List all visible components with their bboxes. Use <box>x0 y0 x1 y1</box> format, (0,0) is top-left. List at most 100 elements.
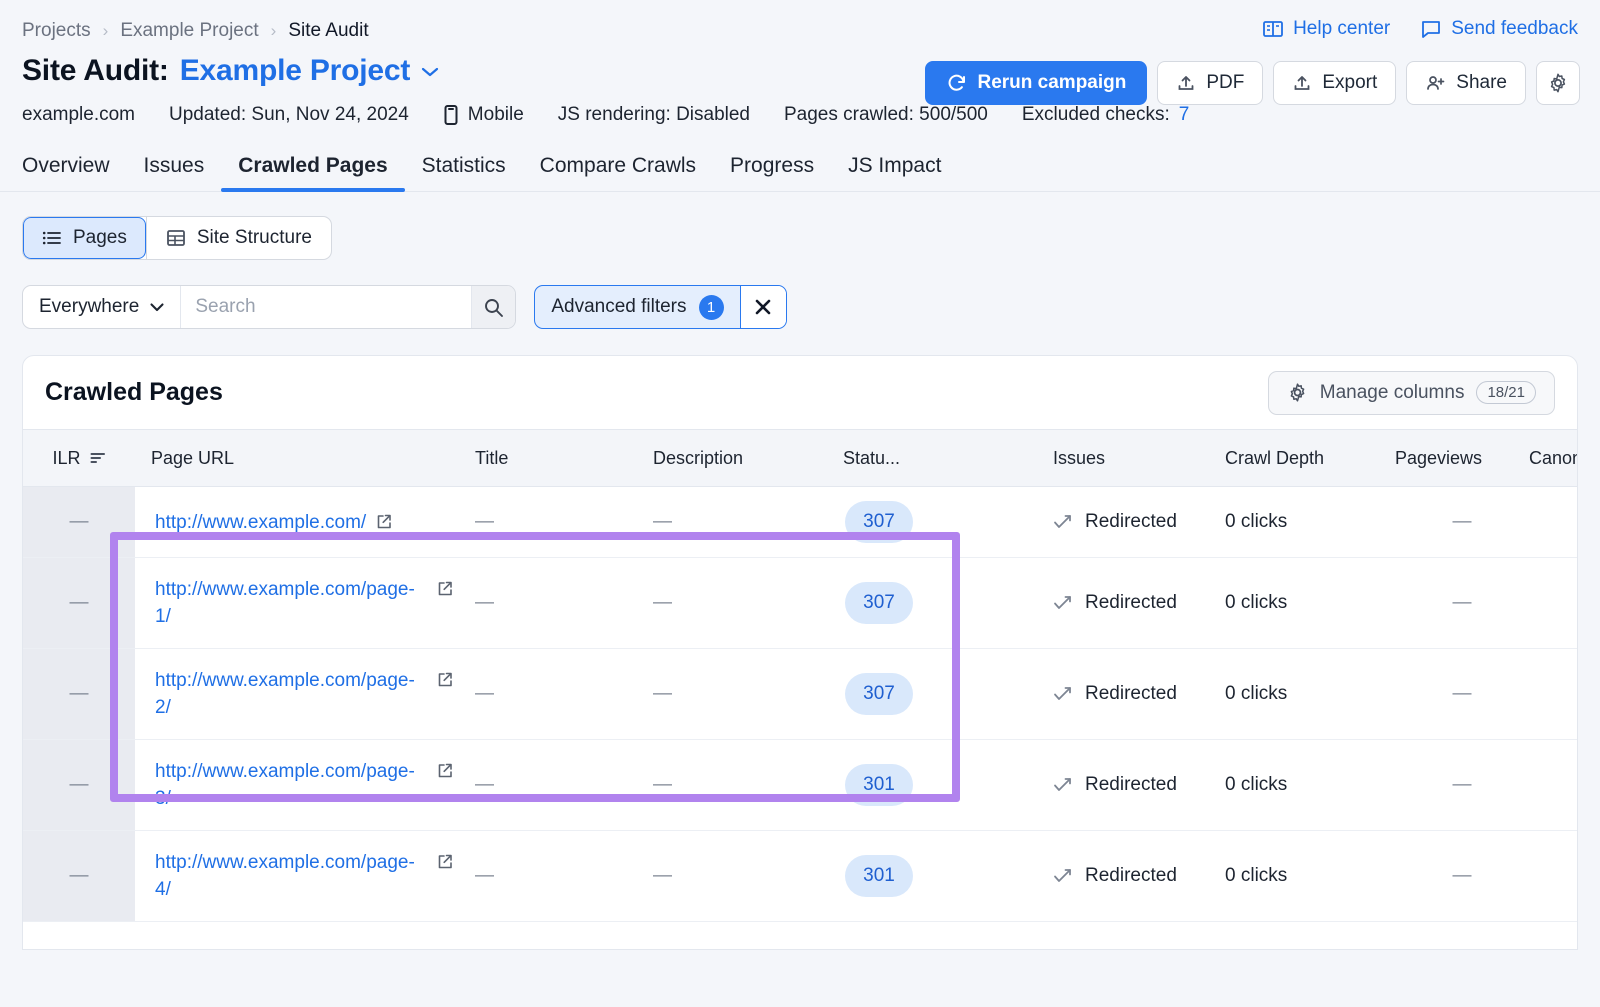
cell-title: — <box>475 649 653 740</box>
advanced-filters-control: Advanced filters 1 <box>534 285 786 329</box>
meta-excluded-checks: Excluded checks: 7 <box>1022 104 1189 126</box>
cell-page-url: http://www.example.com/page-2/ <box>135 649 475 740</box>
table-header-row: ILR Page URL <box>23 430 1578 487</box>
external-link-icon[interactable] <box>375 513 393 531</box>
external-link-icon[interactable] <box>436 580 454 598</box>
tab-statistics[interactable]: Statistics <box>405 154 523 191</box>
view-toggle-pages[interactable]: Pages <box>23 217 146 259</box>
settings-button[interactable] <box>1536 61 1580 105</box>
breadcrumb-item-projects[interactable]: Projects <box>22 20 91 42</box>
cell-ilr: — <box>23 831 135 922</box>
search-group: Everywhere <box>22 285 516 329</box>
cell-issues: Redirected <box>1053 558 1225 649</box>
gear-icon <box>1287 382 1308 403</box>
column-header-status-label: Statu... <box>843 448 900 469</box>
tab-compare-crawls[interactable]: Compare Crawls <box>523 154 713 191</box>
issues-label: Redirected <box>1085 511 1177 533</box>
tab-progress[interactable]: Progress <box>713 154 831 191</box>
cell-status: 307 <box>843 487 1053 558</box>
cell-status: 307 <box>843 649 1053 740</box>
manage-columns-button[interactable]: Manage columns 18/21 <box>1268 371 1555 415</box>
table-row[interactable]: — http://www.example.com/page-1/ <box>23 558 1578 649</box>
column-header-canonical[interactable]: Canonica <box>1529 430 1578 487</box>
pdf-button[interactable]: PDF <box>1157 61 1263 105</box>
cell-crawl-depth: 0 clicks <box>1225 831 1395 922</box>
status-badge: 307 <box>845 673 913 715</box>
tab-issues[interactable]: Issues <box>127 154 222 191</box>
column-header-pageviews[interactable]: Pageviews <box>1395 430 1529 487</box>
share-button[interactable]: Share <box>1406 61 1526 105</box>
card-header: Crawled Pages Manage columns 18/21 <box>23 356 1577 429</box>
column-header-issues[interactable]: Issues <box>1053 430 1225 487</box>
table-row[interactable]: — http://www.example.com/page-4/ <box>23 831 1578 922</box>
site-audit-page: Projects › Example Project › Site Audit … <box>0 0 1600 1007</box>
status-badge: 307 <box>845 582 913 624</box>
advanced-filters-button[interactable]: Advanced filters 1 <box>535 286 739 328</box>
cell-canonical: — <box>1529 649 1578 740</box>
list-icon <box>42 229 62 247</box>
filter-bar: Everywhere Advanced filters <box>0 260 1600 329</box>
page-url-link[interactable]: http://www.example.com/page-2/ <box>155 667 427 721</box>
breadcrumb-item-example-project[interactable]: Example Project <box>120 20 258 42</box>
cell-issues: Redirected <box>1053 487 1225 558</box>
page-url-link[interactable]: http://www.example.com/page-1/ <box>155 576 427 630</box>
tab-overview[interactable]: Overview <box>22 154 127 191</box>
page-title-static: Site Audit: <box>22 54 169 88</box>
external-link-icon[interactable] <box>436 762 454 780</box>
search-input[interactable] <box>181 286 471 328</box>
page-url-link[interactable]: http://www.example.com/page-3/ <box>155 758 427 812</box>
cell-crawl-depth: 0 clicks <box>1225 740 1395 831</box>
chevron-down-icon[interactable] <box>420 68 440 80</box>
column-header-title-label: Title <box>475 448 508 469</box>
cell-canonical: — <box>1529 558 1578 649</box>
search-scope-dropdown[interactable]: Everywhere <box>23 286 181 328</box>
rerun-campaign-button[interactable]: Rerun campaign <box>925 61 1148 105</box>
external-link-icon[interactable] <box>436 853 454 871</box>
sort-icon <box>90 451 106 465</box>
tab-js-impact[interactable]: JS Impact <box>831 154 958 191</box>
manage-columns-label: Manage columns <box>1320 382 1465 404</box>
view-toolbar: Pages Site Structure <box>0 192 1600 260</box>
send-feedback-link[interactable]: Send feedback <box>1420 18 1578 40</box>
breadcrumb-item-site-audit: Site Audit <box>288 20 368 42</box>
search-submit-button[interactable] <box>471 286 515 328</box>
column-header-crawl-depth[interactable]: Crawl Depth <box>1225 430 1395 487</box>
share-label: Share <box>1456 72 1507 94</box>
column-header-page-url[interactable]: Page URL <box>135 430 475 487</box>
page-url-link[interactable]: http://www.example.com/ <box>155 509 366 536</box>
pdf-label: PDF <box>1206 72 1244 94</box>
external-link-icon[interactable] <box>436 671 454 689</box>
cell-issues: Redirected <box>1053 740 1225 831</box>
cell-status: 301 <box>843 831 1053 922</box>
table-row[interactable]: — http://www.example.com/ <box>23 487 1578 558</box>
help-center-link[interactable]: Help center <box>1262 18 1390 40</box>
redirect-arrow-icon <box>1053 867 1074 885</box>
speech-bubble-icon <box>1420 18 1442 40</box>
header-utility-links: Help center Send feedback <box>1262 18 1578 40</box>
table-row[interactable]: — http://www.example.com/page-3/ <box>23 740 1578 831</box>
column-header-description-label: Description <box>653 448 743 469</box>
column-header-ilr-label: ILR <box>52 448 80 469</box>
meta-excluded-value[interactable]: 7 <box>1179 104 1190 126</box>
column-header-ilr[interactable]: ILR <box>23 430 135 487</box>
page-url-link[interactable]: http://www.example.com/page-4/ <box>155 849 427 903</box>
view-toggle-site-structure-label: Site Structure <box>197 227 312 249</box>
cell-crawl-depth: 0 clicks <box>1225 558 1395 649</box>
tab-crawled-pages[interactable]: Crawled Pages <box>221 154 404 191</box>
clear-filters-button[interactable] <box>740 286 786 328</box>
cell-description: — <box>653 558 843 649</box>
view-toggle-pages-label: Pages <box>73 227 127 249</box>
cell-ilr: — <box>23 740 135 831</box>
export-button[interactable]: Export <box>1273 61 1396 105</box>
cell-title: — <box>475 740 653 831</box>
column-header-description[interactable]: Description <box>653 430 843 487</box>
search-scope-label: Everywhere <box>39 296 139 318</box>
cell-title: — <box>475 558 653 649</box>
column-header-title[interactable]: Title <box>475 430 653 487</box>
project-selector-label[interactable]: Example Project <box>180 54 410 88</box>
column-header-status[interactable]: Statu... <box>843 430 1053 487</box>
redirect-arrow-icon <box>1053 594 1074 612</box>
cell-crawl-depth: 0 clicks <box>1225 649 1395 740</box>
table-row[interactable]: — http://www.example.com/page-2/ <box>23 649 1578 740</box>
view-toggle-site-structure[interactable]: Site Structure <box>147 217 331 259</box>
